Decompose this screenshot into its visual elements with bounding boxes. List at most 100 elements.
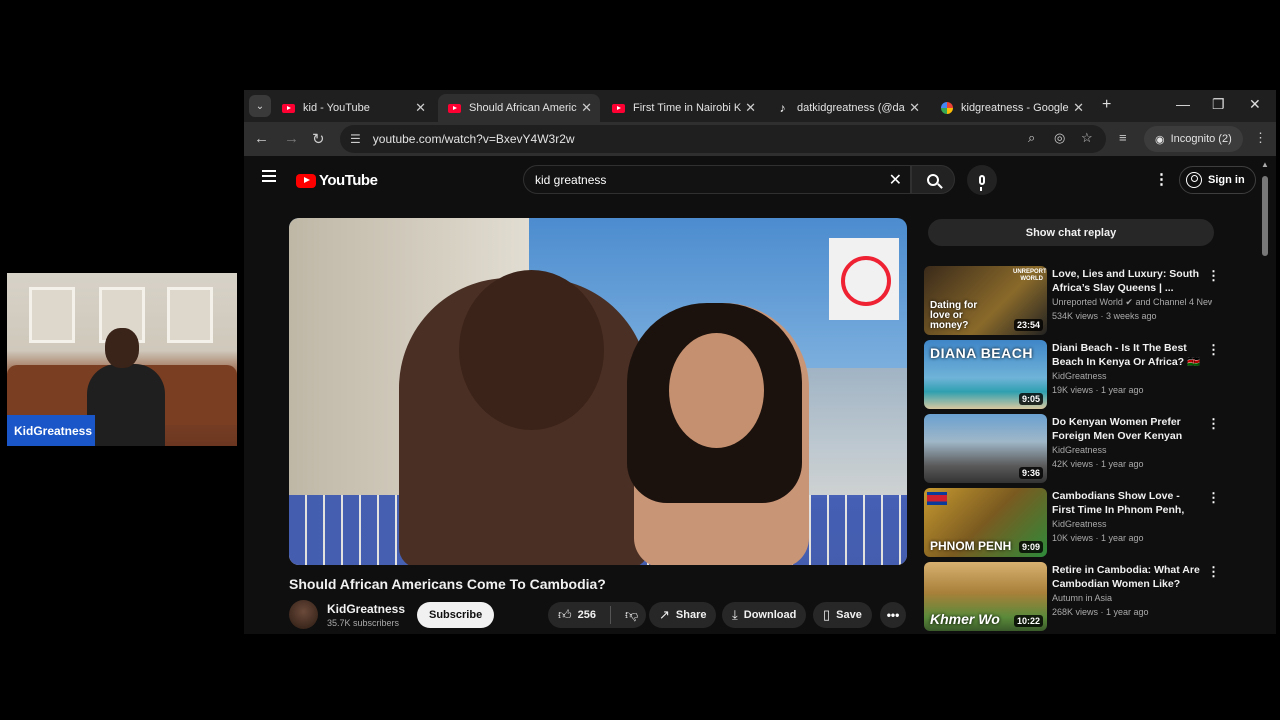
zoom-icon[interactable]: ⌕ xyxy=(1028,130,1035,146)
show-chat-replay-button[interactable]: Show chat replay xyxy=(928,219,1214,246)
page-scrollbar[interactable]: ▲ ▼ xyxy=(1261,160,1269,634)
voice-search-button[interactable] xyxy=(967,165,997,195)
save-button[interactable]: ▯ Save xyxy=(813,602,872,628)
youtube-header: YouTube kid greatness ✕ ⋮ Sign in xyxy=(244,156,1276,204)
channel-name: Unreported World xyxy=(1052,297,1123,307)
close-icon[interactable]: ✕ xyxy=(581,100,592,116)
recommended-title[interactable]: Cambodians Show Love - First Time In Phn… xyxy=(1052,489,1204,517)
recommended-title[interactable]: Diani Beach - Is It The Best Beach In Ke… xyxy=(1052,341,1204,369)
recommended-meta: 268K views · 1 year ago xyxy=(1052,607,1149,617)
streamer xyxy=(87,328,182,446)
new-tab-button[interactable]: + xyxy=(1102,96,1111,114)
browser-window: ⌄ kid - YouTube ✕ Should African America… xyxy=(244,90,1276,634)
like-count[interactable]: 256 xyxy=(578,609,596,621)
scroll-thumb[interactable] xyxy=(1262,176,1268,256)
download-button[interactable]: ⤓ Download xyxy=(722,602,807,628)
tab-search-button[interactable]: ⌄ xyxy=(249,95,271,117)
cambodia-flag-icon xyxy=(927,492,947,505)
window-close-icon[interactable]: ✕ xyxy=(1249,96,1261,113)
video-title: Should African Americans Come To Cambodi… xyxy=(289,576,606,592)
recommended-video[interactable]: PHNOM PENH 9:09 Cambodians Show Love - F… xyxy=(924,488,1224,558)
like-icon[interactable]: 👍︎ xyxy=(558,607,572,623)
video-thumbnail[interactable]: 9:36 xyxy=(924,414,1047,483)
video-thumbnail[interactable]: PHNOM PENH 9:09 xyxy=(924,488,1047,557)
video-duration: 9:36 xyxy=(1018,467,1043,479)
recommended-video[interactable]: Khmer Wo 10:22 Retire in Cambodia: What … xyxy=(924,562,1224,632)
sign-in-label: Sign in xyxy=(1208,174,1245,186)
maximize-icon[interactable]: ❐ xyxy=(1212,96,1225,113)
recommended-title[interactable]: Do Kenyan Women Prefer Foreign Men Over … xyxy=(1052,415,1204,443)
more-options-icon[interactable]: ⋮ xyxy=(1207,268,1220,284)
recommended-channel: Autumn in Asia xyxy=(1052,593,1113,603)
clear-search-icon[interactable]: ✕ xyxy=(889,170,902,190)
back-icon[interactable]: ← xyxy=(254,130,269,147)
tracking-protection-icon[interactable]: ◎ xyxy=(1054,130,1065,146)
recommended-channel: KidGreatness xyxy=(1052,445,1107,455)
more-actions-icon[interactable]: ••• xyxy=(880,602,906,628)
tiktok-icon: ♪ xyxy=(779,101,786,115)
tab-title: Should African Americans Come To Cambodi… xyxy=(469,102,577,114)
recommended-title[interactable]: Retire in Cambodia: What Are Cambodian W… xyxy=(1052,563,1204,591)
close-icon[interactable]: ✕ xyxy=(415,100,426,116)
incognito-icon: ◉ xyxy=(1155,133,1165,146)
tab-tiktok[interactable]: ♪ datkidgreatness (@datkidgreatness) ✕ xyxy=(766,94,928,122)
video-duration: 9:09 xyxy=(1018,541,1043,553)
site-info-icon[interactable]: ☰ xyxy=(350,132,361,146)
video-thumbnail[interactable]: DIANA BEACH 9:05 xyxy=(924,340,1047,409)
browser-menu-icon[interactable]: ⋮ xyxy=(1254,130,1267,146)
forward-icon[interactable]: → xyxy=(284,130,299,147)
search-icon xyxy=(927,173,939,186)
no-running-sign xyxy=(829,238,899,320)
channel-avatar[interactable] xyxy=(289,600,318,629)
recommended-meta: 42K views · 1 year ago xyxy=(1052,459,1144,469)
more-options-icon[interactable]: ⋮ xyxy=(1207,342,1220,358)
video-thumbnail[interactable]: Khmer Wo 10:22 xyxy=(924,562,1047,631)
channel-suffix: and Channel 4 New... xyxy=(1135,297,1212,307)
close-icon[interactable]: ✕ xyxy=(909,100,920,116)
reload-icon[interactable]: ↻ xyxy=(312,130,325,148)
bookmark-star-icon[interactable]: ☆ xyxy=(1081,130,1093,146)
share-label: Share xyxy=(675,609,707,621)
video-thumbnail[interactable]: UNREPORTED WORLD Dating for love or mone… xyxy=(924,266,1047,335)
media-controls-icon[interactable]: ≡ xyxy=(1119,130,1127,145)
subscribe-button[interactable]: Subscribe xyxy=(417,602,495,628)
dislike-icon[interactable]: 👎︎ xyxy=(625,607,638,623)
thumbnail-overlay-text: DIANA BEACH xyxy=(930,345,1033,361)
like-dislike-group: 👍︎ 256 👎︎ xyxy=(548,602,647,628)
share-button[interactable]: ↗ Share xyxy=(649,602,717,628)
subscriber-count: 35.7K subscribers xyxy=(327,618,400,628)
close-icon[interactable]: ✕ xyxy=(745,100,756,116)
video-player[interactable] xyxy=(289,218,907,565)
youtube-icon xyxy=(296,173,316,188)
close-icon[interactable]: ✕ xyxy=(1073,100,1084,116)
recommended-video[interactable]: 9:36 Do Kenyan Women Prefer Foreign Men … xyxy=(924,414,1224,484)
settings-more-icon[interactable]: ⋮ xyxy=(1154,170,1169,188)
more-options-icon[interactable]: ⋮ xyxy=(1207,416,1220,432)
address-bar[interactable]: ☰ youtube.com/watch?v=BxevY4W3r2w ⌕ ◎ ☆ xyxy=(340,125,1106,153)
search-input[interactable]: kid greatness ✕ xyxy=(523,165,911,194)
scroll-down-icon[interactable]: ▼ xyxy=(1261,633,1269,634)
tab-title: First Time in Nairobi Kenya xyxy=(633,102,741,114)
scroll-up-icon[interactable]: ▲ xyxy=(1261,160,1269,169)
sign-in-button[interactable]: Sign in xyxy=(1179,166,1256,194)
recommended-video[interactable]: DIANA BEACH 9:05 Diani Beach - Is It The… xyxy=(924,340,1224,410)
account-icon xyxy=(1186,172,1202,188)
more-options-icon[interactable]: ⋮ xyxy=(1207,564,1220,580)
microphone-icon xyxy=(979,175,985,191)
recommended-video[interactable]: UNREPORTED WORLD Dating for love or mone… xyxy=(924,266,1224,336)
incognito-indicator[interactable]: ◉ Incognito (2) xyxy=(1144,126,1243,152)
youtube-logo[interactable]: YouTube xyxy=(296,172,378,189)
minimize-icon[interactable]: — xyxy=(1176,96,1190,112)
thumbnail-overlay-text: Khmer Wo xyxy=(930,611,1000,627)
channel-name[interactable]: KidGreatness xyxy=(327,602,405,616)
search-button[interactable] xyxy=(911,165,955,194)
tab-nairobi[interactable]: First Time in Nairobi Kenya ✕ xyxy=(602,94,764,122)
tab-active-video[interactable]: Should African Americans Come To Cambodi… xyxy=(438,94,600,122)
more-options-icon[interactable]: ⋮ xyxy=(1207,490,1220,506)
tab-kid-youtube[interactable]: kid - YouTube ✕ xyxy=(272,94,434,122)
recommended-meta: 19K views · 1 year ago xyxy=(1052,385,1144,395)
recommended-title[interactable]: Love, Lies and Luxury: South Africa’s Sl… xyxy=(1052,267,1204,295)
hamburger-menu-icon[interactable] xyxy=(262,170,276,182)
recommended-channel: KidGreatness xyxy=(1052,519,1107,529)
tab-google[interactable]: kidgreatness - Google Search ✕ xyxy=(930,94,1092,122)
